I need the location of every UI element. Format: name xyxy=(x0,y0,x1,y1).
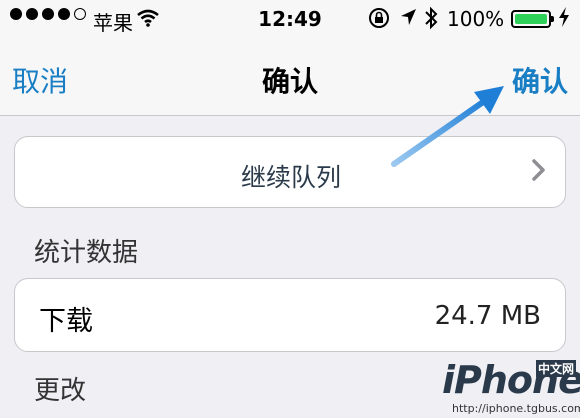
status-bar: 苹果 12:49 100% xyxy=(0,0,580,38)
continue-queue-label: 继续队列 xyxy=(240,163,341,192)
watermark-url: http://iphone.tgbus.com xyxy=(452,402,580,415)
download-label: 下载 xyxy=(39,306,93,337)
location-icon xyxy=(398,6,418,33)
page-title: 确认 xyxy=(261,65,318,98)
watermark-tag: 中文网 xyxy=(535,360,576,377)
watermark-logo: iPhone 中文网 http://iphone.tgbus.com xyxy=(442,358,580,416)
download-value: 24.7 MB xyxy=(434,301,541,331)
charging-icon xyxy=(557,6,571,33)
battery-percent: 100% xyxy=(447,7,505,31)
change-section-header: 更改 xyxy=(34,376,87,406)
battery-icon xyxy=(511,10,554,28)
battery-fill xyxy=(515,14,547,24)
stats-section-header: 统计数据 xyxy=(34,238,139,268)
rotation-lock-icon xyxy=(367,6,391,35)
navigation-bar: 取消 确认 确认 xyxy=(0,38,580,116)
bluetooth-icon xyxy=(423,5,439,36)
continue-queue-cell[interactable]: 继续队列 xyxy=(14,136,566,208)
chevron-right-icon xyxy=(531,157,547,190)
download-stat-row: 下载 24.7 MB xyxy=(14,278,566,352)
confirm-button[interactable]: 确认 xyxy=(512,60,568,100)
